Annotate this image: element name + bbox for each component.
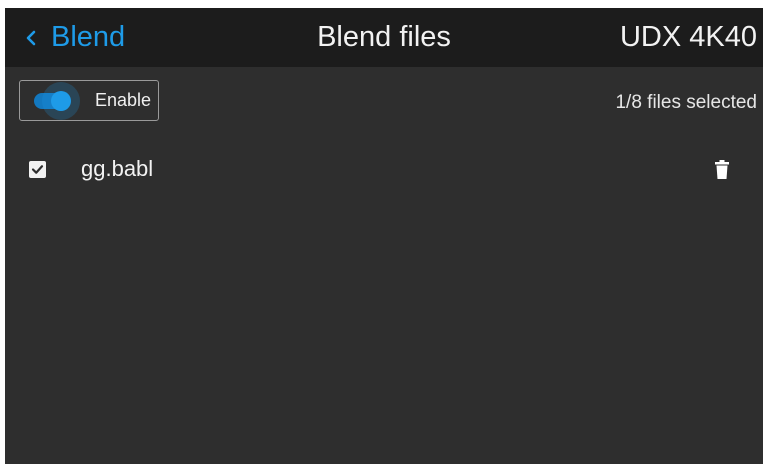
toggle-switch-icon[interactable] [34,81,80,120]
file-row[interactable]: gg.babl [5,150,763,190]
enable-label: Enable [95,90,152,110]
file-name: gg.babl [81,156,154,181]
blend-files-screen: Blend Blend files UDX 4K40 Enable 1/8 fi… [5,8,763,464]
checkbox-checked-icon[interactable] [29,161,46,178]
enable-toggle-button[interactable]: Enable [19,80,159,121]
selection-count: 1/8 files selected [615,92,757,113]
trash-icon[interactable] [714,160,730,180]
header-bar: Blend Blend files UDX 4K40 [5,8,763,67]
device-name: UDX 4K40 [619,21,757,53]
